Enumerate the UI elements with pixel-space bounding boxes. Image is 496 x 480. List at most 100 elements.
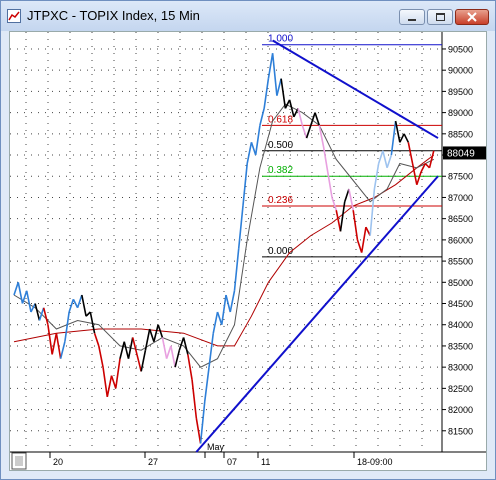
price-segment	[411, 163, 418, 185]
trend-lines	[195, 39, 439, 453]
y-tick-label: 90500	[448, 44, 473, 54]
x-tick-label: 18-09:00	[357, 457, 393, 467]
current-price-marker: 88049	[443, 146, 486, 160]
x-tick-label: 27	[148, 457, 158, 467]
minimize-icon	[408, 19, 416, 21]
price-segment	[390, 120, 397, 156]
price-segment	[59, 341, 66, 359]
trend-line[interactable]	[195, 175, 439, 453]
trend-line[interactable]	[272, 39, 439, 139]
price-segment	[148, 328, 155, 342]
fib-level-label: 0.500	[268, 140, 293, 151]
y-tick-label: 89500	[448, 87, 473, 97]
price-series	[13, 53, 435, 444]
price-segment	[191, 379, 198, 419]
price-segment	[178, 337, 185, 351]
price-segment	[165, 345, 172, 359]
price-segment	[297, 108, 304, 126]
price-segment	[119, 341, 126, 359]
current-price-label: 88049	[447, 148, 475, 159]
price-segment	[250, 142, 257, 156]
price-segment	[187, 354, 193, 381]
price-segment	[305, 125, 312, 139]
price-segment	[280, 78, 287, 109]
y-tick-label: 86000	[448, 235, 473, 245]
price-segment	[331, 197, 337, 211]
price-segment	[216, 311, 223, 325]
price-segment	[267, 53, 274, 79]
price-axis: 9050090000895008900088500880008750087000…	[442, 44, 473, 436]
price-segment	[199, 401, 206, 444]
fib-level-label: 0.000	[268, 246, 293, 257]
price-segment	[140, 350, 147, 372]
x-tick-label: 20	[53, 457, 63, 467]
close-icon	[467, 12, 477, 22]
y-tick-label: 89000	[448, 108, 473, 118]
price-segment	[93, 332, 100, 347]
price-segment	[403, 133, 410, 143]
y-tick-label: 87500	[448, 172, 473, 182]
price-segment	[352, 210, 359, 240]
fib-level-label: 1.000	[268, 34, 293, 45]
close-button[interactable]	[455, 9, 489, 25]
price-segment	[55, 333, 62, 359]
price-segment	[229, 290, 236, 313]
chart-area[interactable]: 1.000 0.618 0.500 0.382 0.236 0.000 90500 9000…	[9, 31, 487, 471]
price-segment	[254, 125, 261, 156]
price-segment	[394, 120, 401, 143]
y-tick-label: 82000	[448, 405, 473, 415]
window-title: JTPXC - TOPIX Index, 15 Min	[27, 8, 200, 23]
y-tick-label: 87000	[448, 193, 473, 203]
price-segment	[64, 311, 70, 342]
minimize-button[interactable]	[399, 9, 425, 25]
price-segment	[123, 341, 130, 359]
price-segment	[225, 294, 232, 313]
price-segment	[386, 154, 393, 169]
y-tick-label: 90000	[448, 66, 473, 76]
scroll-box[interactable]	[11, 452, 27, 470]
price-segment	[301, 125, 308, 139]
price-segment	[335, 210, 342, 232]
price-segment	[110, 375, 117, 389]
price-segment	[51, 333, 58, 355]
price-segment	[343, 188, 350, 202]
fibonacci-levels: 1.0000.6180.5000.3820.2360.000	[262, 34, 442, 258]
price-segment	[98, 345, 104, 368]
price-segment	[220, 294, 227, 325]
price-segment	[76, 294, 83, 309]
price-segment	[212, 311, 219, 334]
price-segment	[114, 358, 121, 389]
price-segment	[25, 290, 32, 313]
grid	[10, 32, 442, 452]
price-segment	[407, 142, 414, 164]
price-segment	[360, 227, 367, 253]
price-segment	[161, 337, 168, 359]
price-segment	[263, 78, 270, 109]
price-segment	[13, 282, 19, 296]
y-tick-label: 84500	[448, 299, 473, 309]
y-tick-label: 88500	[448, 129, 473, 139]
chart-window: JTPXC - TOPIX Index, 15 Min 1.000 0.618 0.…	[0, 0, 496, 480]
x-tick-label: 11	[261, 457, 270, 467]
y-tick-label: 83500	[448, 341, 473, 351]
price-segment	[377, 150, 384, 164]
title-bar[interactable]: JTPXC - TOPIX Index, 15 Min	[1, 1, 495, 31]
chart-app-icon	[7, 9, 21, 23]
maximize-button[interactable]	[427, 9, 453, 25]
price-segment	[102, 367, 109, 397]
fib-level-label: 0.236	[268, 195, 293, 206]
price-segment	[271, 53, 278, 96]
price-segment	[204, 367, 210, 402]
price-segment	[38, 307, 45, 321]
y-tick-label: 85500	[448, 257, 473, 267]
x-tick-label: May	[207, 442, 225, 452]
price-chart[interactable]: 1.0000.6180.5000.3820.2360.000 905009000…	[10, 32, 486, 470]
price-segment	[106, 375, 113, 398]
price-segment	[17, 282, 24, 304]
x-tick-label: 07	[227, 457, 237, 467]
price-segment	[81, 294, 87, 317]
time-axis: 20 27 May07 11 18-09:00	[49, 442, 393, 467]
y-tick-label: 85000	[448, 278, 473, 288]
price-segment	[369, 188, 376, 236]
price-segment	[144, 328, 151, 351]
